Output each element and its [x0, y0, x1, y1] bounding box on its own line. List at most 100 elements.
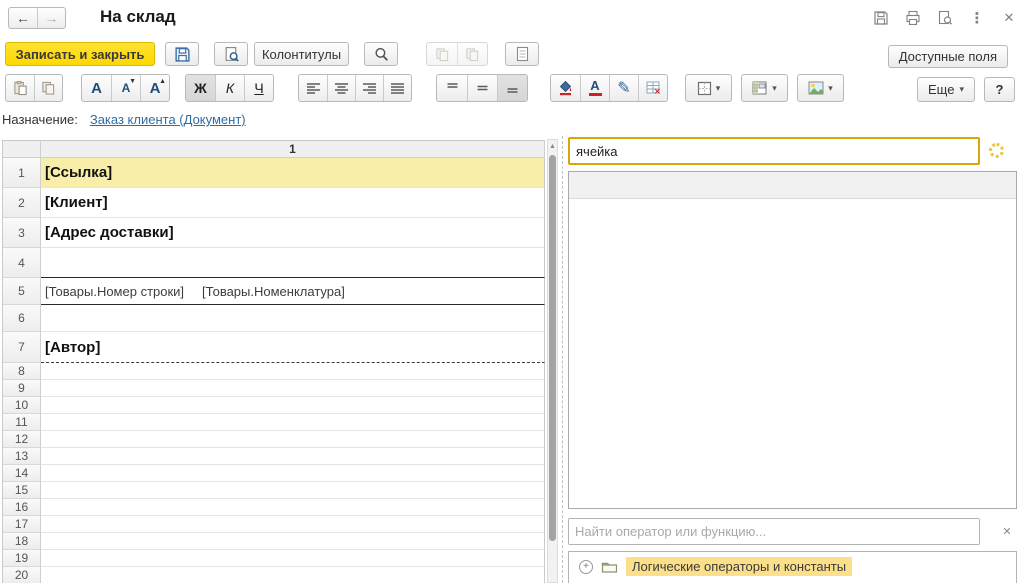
row-header-14[interactable]: 14: [3, 465, 41, 482]
sheet-corner[interactable]: [3, 141, 41, 158]
zoom-button[interactable]: [364, 42, 398, 66]
close-icon[interactable]: ✕: [1000, 9, 1018, 27]
font-size-increase-button[interactable]: A ▲: [140, 75, 169, 101]
scrollbar-thumb[interactable]: [549, 155, 556, 541]
row-header-18[interactable]: 18: [3, 533, 41, 550]
cell-r14[interactable]: [41, 465, 545, 482]
tree-item-logical-operators[interactable]: + Логические операторы и константы: [569, 552, 1016, 576]
align-left-button[interactable]: [299, 75, 327, 101]
operator-search-input[interactable]: [569, 519, 979, 544]
sheet-row-17: 17: [3, 516, 545, 533]
cell-r13[interactable]: [41, 448, 545, 465]
available-fields-button[interactable]: Доступные поля: [888, 45, 1008, 68]
align-right-button[interactable]: [355, 75, 383, 101]
row-header-16[interactable]: 16: [3, 499, 41, 516]
column-header-1[interactable]: 1: [41, 141, 545, 158]
underline-button[interactable]: Ч: [244, 75, 273, 101]
row-header-19[interactable]: 19: [3, 550, 41, 567]
cell-r6[interactable]: [41, 305, 545, 332]
picture-dropdown[interactable]: ▾: [797, 74, 844, 102]
panel-splitter[interactable]: [562, 136, 563, 583]
row-header-11[interactable]: 11: [3, 414, 41, 431]
font-button[interactable]: A: [82, 75, 111, 101]
cell-r16[interactable]: [41, 499, 545, 516]
valign-bottom-button[interactable]: [497, 75, 527, 101]
assignment-link[interactable]: Заказ клиента (Документ): [90, 112, 246, 127]
font-size-decrease-button[interactable]: A ▼: [111, 75, 140, 101]
row-header-2[interactable]: 2: [3, 188, 41, 218]
copy-button[interactable]: [34, 75, 62, 101]
forward-button[interactable]: →: [37, 8, 65, 28]
italic-button[interactable]: К: [215, 75, 244, 101]
clear-search-icon[interactable]: ✕: [999, 523, 1015, 539]
picture-icon: [808, 81, 824, 95]
cell-r7[interactable]: [Автор]: [41, 332, 545, 363]
row-header-6[interactable]: 6: [3, 305, 41, 332]
cell-r5[interactable]: [Товары.Номер строки] [Товары.Номенклату…: [41, 278, 545, 305]
cell-r2[interactable]: [Клиент]: [41, 188, 545, 218]
cell-r5-field-1: [Товары.Номер строки]: [45, 284, 184, 299]
more-menu-icon[interactable]: ⋮: [968, 9, 986, 27]
border-color-button[interactable]: ✎: [609, 75, 638, 101]
borders-dropdown[interactable]: ▾: [685, 74, 732, 102]
row-header-5[interactable]: 5: [3, 278, 41, 305]
row-header-12[interactable]: 12: [3, 431, 41, 448]
clear-format-button[interactable]: ✕: [638, 75, 667, 101]
valign-bottom-icon: [505, 81, 520, 95]
help-button[interactable]: ?: [984, 77, 1015, 102]
preview-icon[interactable]: [936, 9, 954, 27]
paste-appearance-button[interactable]: [457, 43, 487, 65]
more-button[interactable]: Еще ▾: [917, 77, 975, 102]
row-header-10[interactable]: 10: [3, 397, 41, 414]
help-label: ?: [996, 82, 1004, 97]
print-icon[interactable]: [904, 9, 922, 27]
cell-r9[interactable]: [41, 380, 545, 397]
row-header-13[interactable]: 13: [3, 448, 41, 465]
row-header-15[interactable]: 15: [3, 482, 41, 499]
font-color-button[interactable]: A: [580, 75, 609, 101]
scroll-up-arrow[interactable]: ▲: [548, 140, 557, 153]
cell-r11[interactable]: [41, 414, 545, 431]
cell-r12[interactable]: [41, 431, 545, 448]
row-header-4[interactable]: 4: [3, 248, 41, 278]
cell-r15[interactable]: [41, 482, 545, 499]
cell-r3[interactable]: [Адрес доставки]: [41, 218, 545, 248]
valign-top-button[interactable]: [437, 75, 467, 101]
sheet-row-16: 16: [3, 499, 545, 516]
cell-r10[interactable]: [41, 397, 545, 414]
cell-r18[interactable]: [41, 533, 545, 550]
copy-appearance-button[interactable]: [427, 43, 457, 65]
back-button[interactable]: ←: [9, 8, 37, 28]
row-header-17[interactable]: 17: [3, 516, 41, 533]
align-justify-button[interactable]: [383, 75, 411, 101]
row-header-20[interactable]: 20: [3, 567, 41, 583]
print-preview-button[interactable]: [214, 42, 248, 66]
cell-r8[interactable]: [41, 363, 545, 380]
row-header-7[interactable]: 7: [3, 332, 41, 363]
sheet-vertical-scrollbar[interactable]: ▲: [547, 139, 558, 583]
cell-r19[interactable]: [41, 550, 545, 567]
search-results-panel[interactable]: [568, 171, 1017, 509]
row-header-8[interactable]: 8: [3, 363, 41, 380]
bold-button[interactable]: Ж: [186, 75, 215, 101]
align-center-button[interactable]: [327, 75, 355, 101]
cell-r20[interactable]: [41, 567, 545, 583]
row-header-1[interactable]: 1: [3, 158, 41, 188]
cell-search-input[interactable]: [570, 139, 978, 163]
valign-center-button[interactable]: [467, 75, 497, 101]
headers-footers-button[interactable]: Колонтитулы: [254, 42, 349, 66]
row-header-9[interactable]: 9: [3, 380, 41, 397]
row-header-3[interactable]: 3: [3, 218, 41, 248]
expand-icon[interactable]: +: [579, 560, 593, 574]
save-and-close-button[interactable]: Записать и закрыть: [5, 42, 155, 66]
named-areas-dropdown[interactable]: ▾: [741, 74, 788, 102]
cell-r1[interactable]: [Ссылка]: [41, 158, 545, 188]
magnifier-icon: [373, 46, 390, 63]
paste-button[interactable]: [6, 75, 34, 101]
page-setup-button[interactable]: [505, 42, 539, 66]
cell-r17[interactable]: [41, 516, 545, 533]
fill-color-button[interactable]: [551, 75, 580, 101]
save-icon[interactable]: [872, 9, 890, 27]
cell-r4[interactable]: [41, 248, 545, 278]
save-button[interactable]: [165, 42, 199, 66]
